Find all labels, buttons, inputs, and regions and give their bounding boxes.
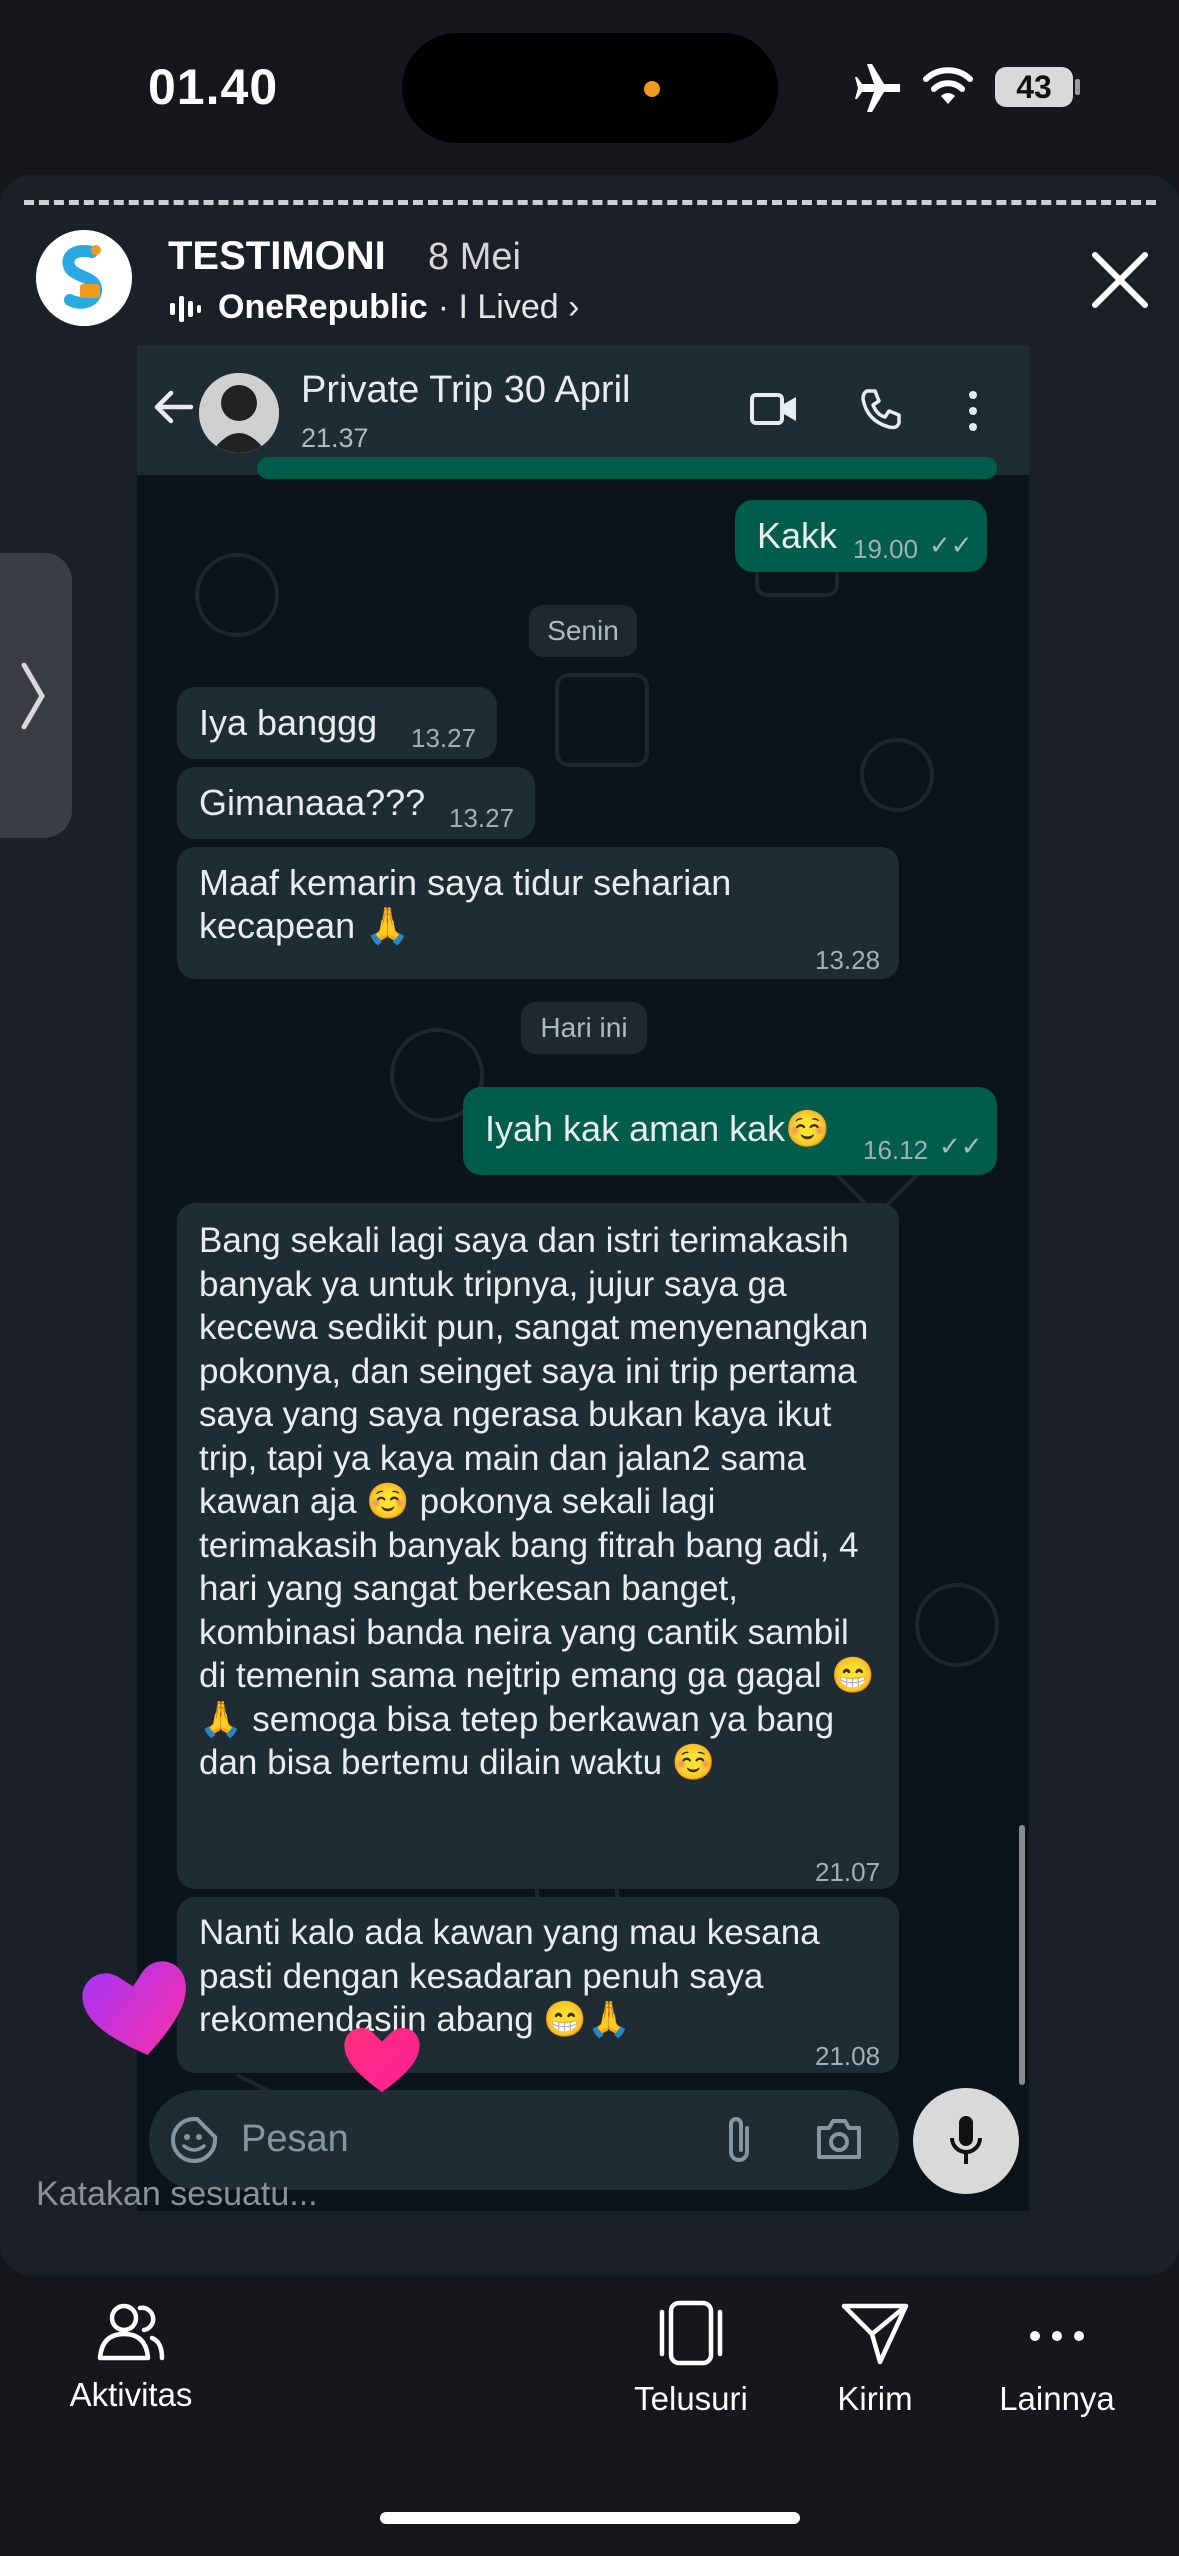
recording-indicator bbox=[644, 81, 660, 97]
message-time: 21.07 bbox=[815, 1857, 881, 1887]
message-time: 13.27 bbox=[449, 803, 515, 833]
message-time: 21.08 bbox=[815, 2041, 881, 2071]
nav-kirim[interactable]: Kirim bbox=[820, 2300, 930, 2418]
phone-icon[interactable] bbox=[859, 387, 903, 431]
sticker-icon[interactable] bbox=[169, 2115, 219, 2165]
back-arrow-icon[interactable] bbox=[151, 385, 195, 429]
battery-indicator: 43 bbox=[995, 67, 1073, 107]
heart-reaction-icon bbox=[344, 2028, 420, 2093]
status-time: 01.40 bbox=[148, 59, 279, 115]
chat-title: Private Trip 30 April bbox=[301, 369, 631, 411]
wifi-icon bbox=[923, 67, 973, 104]
day-chip-hari-ini: Hari ini bbox=[521, 1002, 647, 1054]
nav-label: Aktivitas bbox=[69, 2376, 193, 2413]
status-bar: 01.40 43 bbox=[0, 0, 1179, 175]
chevron-right-icon bbox=[21, 662, 45, 730]
message-bubble-incoming: Maaf kemarin saya tidur seharian kecapea… bbox=[177, 847, 899, 979]
contact-avatar[interactable] bbox=[199, 373, 279, 453]
account-logo-icon bbox=[36, 230, 132, 326]
more-vertical-icon[interactable] bbox=[965, 389, 981, 433]
video-call-icon[interactable] bbox=[749, 389, 799, 429]
camera-icon[interactable] bbox=[815, 2118, 863, 2160]
attach-icon[interactable] bbox=[723, 2114, 757, 2166]
message-text: Bang sekali lagi saya dan istri terimaka… bbox=[199, 1221, 875, 1782]
chat-header: Private Trip 30 April 21.37 bbox=[137, 345, 1029, 475]
close-icon[interactable] bbox=[1085, 245, 1155, 315]
message-text: Nanti kalo ada kawan yang mau kesana pas… bbox=[199, 1913, 820, 2039]
message-bubble-outgoing: Kakk 19.00 ✓✓ bbox=[735, 500, 987, 572]
airplane-icon bbox=[855, 64, 900, 112]
story-progress-bar bbox=[24, 200, 1156, 205]
people-icon bbox=[97, 2303, 165, 2361]
message-bubble-incoming: Bang sekali lagi saya dan istri terimaka… bbox=[177, 1203, 899, 1889]
music-attribution[interactable]: OneRepublic · I Lived › bbox=[168, 288, 579, 327]
home-indicator[interactable] bbox=[380, 2512, 800, 2524]
composer-placeholder: Pesan bbox=[241, 2118, 349, 2160]
contact-photo-icon bbox=[199, 373, 279, 453]
message-text: Gimanaaa??? bbox=[199, 782, 426, 823]
message-bubble-previous bbox=[257, 457, 997, 479]
message-text: Iya banggg bbox=[199, 702, 378, 743]
story-date: 8 Mei bbox=[428, 236, 521, 278]
message-text: Iyah kak aman kak☺️ bbox=[485, 1108, 830, 1149]
microphone-icon bbox=[950, 2116, 982, 2164]
battery-tip bbox=[1075, 79, 1080, 95]
message-time: 19.00 bbox=[853, 534, 919, 564]
send-icon bbox=[841, 2303, 909, 2365]
message-time: 13.28 bbox=[815, 945, 881, 975]
nav-aktivitas[interactable]: Aktivitas bbox=[56, 2300, 206, 2414]
nav-label: Kirim bbox=[837, 2380, 913, 2417]
day-chip-senin: Senin bbox=[529, 605, 637, 657]
message-bubble-incoming: Iya banggg 13.27 bbox=[177, 687, 497, 759]
account-avatar[interactable] bbox=[36, 230, 132, 326]
nav-lainnya[interactable]: Lainnya bbox=[992, 2300, 1122, 2418]
chat-screenshot: Private Trip 30 April 21.37 Kakk 19.00 ✓… bbox=[137, 345, 1029, 2211]
message-text: Maaf kemarin saya tidur seharian kecapea… bbox=[199, 862, 732, 946]
nav-label: Lainnya bbox=[999, 2380, 1115, 2417]
side-panel-handle[interactable] bbox=[0, 553, 72, 838]
message-bubble-incoming: Gimanaaa??? 13.27 bbox=[177, 767, 535, 839]
message-bubble-outgoing: Iyah kak aman kak☺️ 16.12 ✓✓ bbox=[463, 1087, 997, 1175]
reply-input[interactable]: Katakan sesuatu... bbox=[36, 2175, 318, 2214]
message-time: 13.27 bbox=[411, 723, 477, 753]
nav-telusuri[interactable]: Telusuri bbox=[616, 2300, 766, 2418]
read-receipt-icon: ✓✓ bbox=[939, 1131, 983, 1161]
voice-message-button[interactable] bbox=[913, 2088, 1019, 2194]
dynamic-island bbox=[402, 33, 778, 143]
music-song: · I Lived › bbox=[437, 288, 580, 326]
message-time: 16.12 bbox=[863, 1135, 929, 1165]
reels-icon bbox=[659, 2300, 723, 2366]
audio-bars-icon bbox=[170, 295, 201, 322]
music-artist: OneRepublic bbox=[218, 288, 428, 326]
account-name[interactable]: TESTIMONI bbox=[168, 234, 386, 279]
message-text: Kakk bbox=[757, 515, 838, 556]
read-receipt-icon: ✓✓ bbox=[929, 530, 973, 560]
chat-scrollbar[interactable] bbox=[1019, 1825, 1025, 2085]
more-icon bbox=[1030, 2331, 1084, 2341]
heart-reaction-icon bbox=[82, 1961, 186, 2055]
nav-label: Telusuri bbox=[634, 2380, 748, 2417]
chat-subtitle: 21.37 bbox=[301, 423, 369, 453]
message-bubble-incoming: Nanti kalo ada kawan yang mau kesana pas… bbox=[177, 1897, 899, 2073]
